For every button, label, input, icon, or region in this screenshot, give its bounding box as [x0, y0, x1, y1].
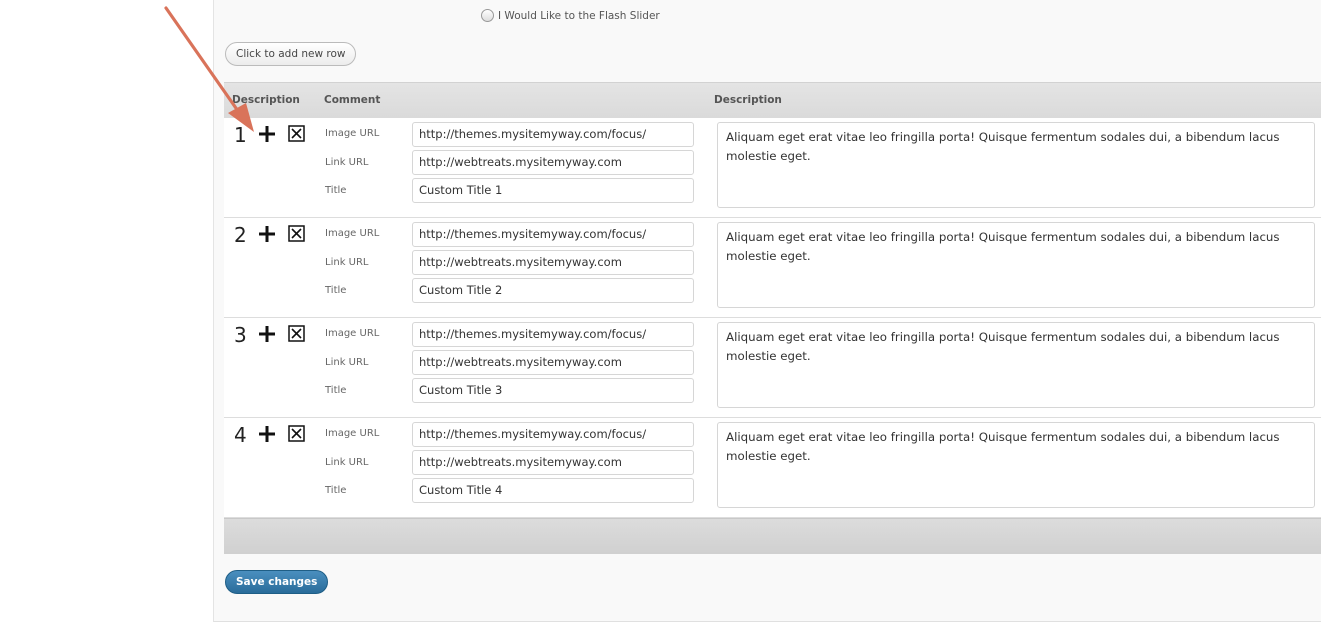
link-url-input[interactable]: http://webtreats.mysitemyway.com — [412, 150, 694, 175]
row-number: 4 — [234, 423, 247, 447]
link-url-label: Link URL — [325, 357, 369, 368]
title-label: Title — [325, 385, 347, 396]
table-row: 1 Image URL Link URL Title http://themes… — [224, 118, 1321, 218]
description-textarea[interactable]: Aliquam eget erat vitae leo fringilla po… — [717, 222, 1315, 308]
slides-table: Description Comment Description 1 Image … — [224, 82, 1321, 554]
table-row: 3 Image URL Link URL Title http://themes… — [224, 318, 1321, 418]
link-url-label: Link URL — [325, 457, 369, 468]
title-label: Title — [325, 185, 347, 196]
link-url-label: Link URL — [325, 257, 369, 268]
delete-box-icon[interactable] — [288, 325, 305, 342]
title-label: Title — [325, 485, 347, 496]
image-url-label: Image URL — [325, 328, 380, 339]
title-input[interactable]: Custom Title 1 — [412, 178, 694, 203]
header-description-2: Description — [714, 94, 782, 106]
move-cross-icon[interactable] — [258, 325, 276, 343]
description-textarea[interactable]: Aliquam eget erat vitae leo fringilla po… — [717, 122, 1315, 208]
row-number: 3 — [234, 323, 247, 347]
link-url-input[interactable]: http://webtreats.mysitemyway.com — [412, 250, 694, 275]
image-url-input[interactable]: http://themes.mysitemyway.com/focus/ — [412, 322, 694, 347]
table-row: 4 Image URL Link URL Title http://themes… — [224, 418, 1321, 518]
move-cross-icon[interactable] — [258, 425, 276, 443]
header-comment: Comment — [324, 94, 381, 106]
row-number: 2 — [234, 223, 247, 247]
description-textarea[interactable]: Aliquam eget erat vitae leo fringilla po… — [717, 322, 1315, 408]
flash-slider-radio[interactable] — [481, 9, 494, 22]
save-changes-button[interactable]: Save changes — [225, 570, 329, 594]
table-body: 1 Image URL Link URL Title http://themes… — [224, 118, 1321, 518]
description-textarea[interactable]: Aliquam eget erat vitae leo fringilla po… — [717, 422, 1315, 508]
move-cross-icon[interactable] — [258, 225, 276, 243]
row-number: 1 — [234, 123, 247, 147]
image-url-label: Image URL — [325, 228, 380, 239]
table-header: Description Comment Description — [224, 82, 1321, 118]
move-cross-icon[interactable] — [258, 125, 276, 143]
link-url-input[interactable]: http://webtreats.mysitemyway.com — [412, 350, 694, 375]
delete-box-icon[interactable] — [288, 225, 305, 242]
image-url-input[interactable]: http://themes.mysitemyway.com/focus/ — [412, 422, 694, 447]
image-url-input[interactable]: http://themes.mysitemyway.com/focus/ — [412, 122, 694, 147]
title-label: Title — [325, 285, 347, 296]
link-url-input[interactable]: http://webtreats.mysitemyway.com — [412, 450, 694, 475]
delete-box-icon[interactable] — [288, 125, 305, 142]
image-url-input[interactable]: http://themes.mysitemyway.com/focus/ — [412, 222, 694, 247]
title-input[interactable]: Custom Title 3 — [412, 378, 694, 403]
flash-slider-label: I Would Like to the Flash Slider — [498, 9, 660, 22]
header-description: Description — [232, 94, 300, 106]
table-row: 2 Image URL Link URL Title http://themes… — [224, 218, 1321, 318]
image-url-label: Image URL — [325, 428, 380, 439]
title-input[interactable]: Custom Title 2 — [412, 278, 694, 303]
add-new-row-button[interactable]: Click to add new row — [225, 42, 357, 66]
link-url-label: Link URL — [325, 157, 369, 168]
title-input[interactable]: Custom Title 4 — [412, 478, 694, 503]
image-url-label: Image URL — [325, 128, 380, 139]
table-footer — [224, 518, 1321, 554]
flash-slider-option[interactable]: I Would Like to the Flash Slider — [481, 9, 660, 22]
delete-box-icon[interactable] — [288, 425, 305, 442]
